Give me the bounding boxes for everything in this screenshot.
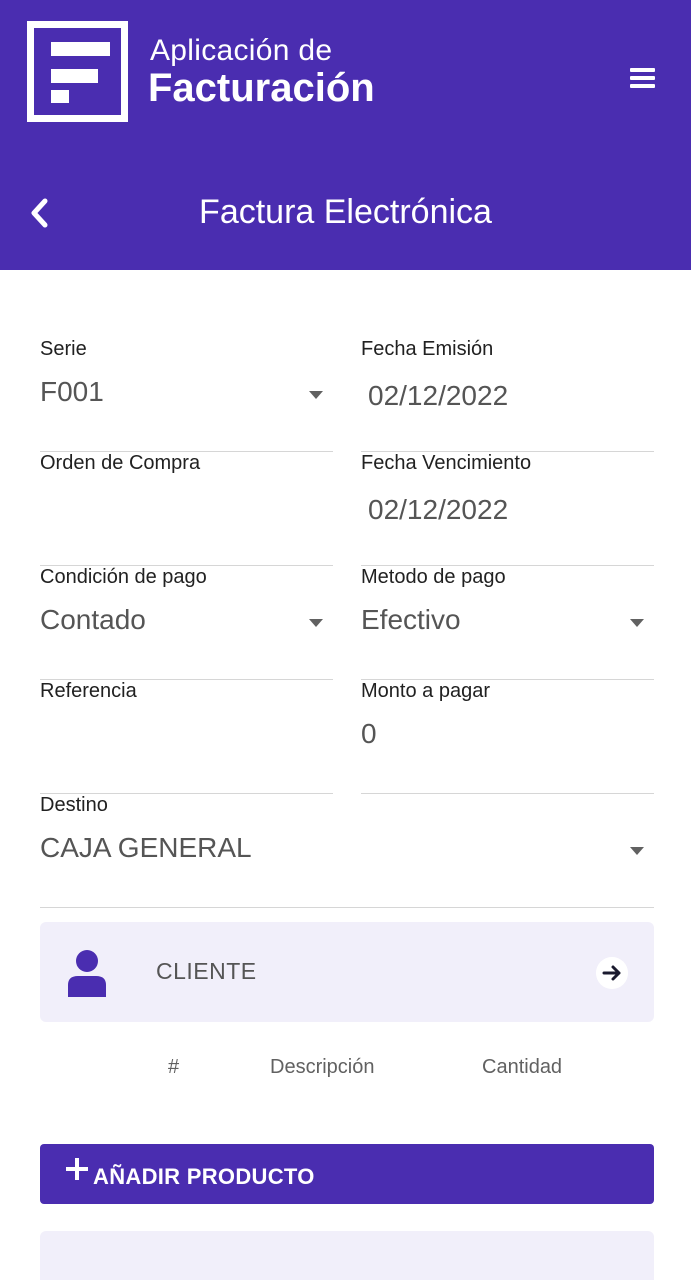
fecha-vencimiento-value: 02/12/2022 bbox=[368, 494, 509, 525]
fecha-vencimiento-label: Fecha Vencimiento bbox=[361, 452, 532, 474]
column-header-quantity: Cantidad bbox=[482, 1056, 563, 1078]
chevron-down-icon bbox=[309, 619, 323, 627]
arrow-right-icon[interactable] bbox=[596, 957, 628, 989]
logo-bar-middle bbox=[51, 69, 98, 83]
person-icon bbox=[68, 950, 106, 997]
logo-bar-top bbox=[51, 42, 110, 56]
destino-value: CAJA GENERAL bbox=[40, 832, 252, 863]
column-header-description: Descripción bbox=[270, 1056, 375, 1078]
condicion-pago-label: Condición de pago bbox=[40, 566, 207, 588]
fecha-emision-field[interactable]: Fecha Emisión 02/12/2022 bbox=[361, 338, 654, 452]
condicion-pago-select[interactable]: Condición de pago Contado bbox=[40, 566, 333, 680]
hamburger-menu-icon[interactable] bbox=[630, 68, 655, 89]
serie-value: F001 bbox=[40, 376, 104, 407]
chevron-down-icon bbox=[630, 619, 644, 627]
condicion-pago-value: Contado bbox=[40, 604, 146, 635]
monto-pagar-value: 0 bbox=[361, 718, 377, 749]
client-label: CLIENTE bbox=[156, 958, 257, 984]
app-title-line2: Facturación bbox=[148, 66, 375, 110]
logo-bar-bottom bbox=[51, 90, 69, 103]
app-logo bbox=[27, 21, 128, 122]
page-title: Factura Electrónica bbox=[199, 193, 492, 231]
monto-pagar-field[interactable]: Monto a pagar 0 bbox=[361, 680, 654, 794]
serie-select[interactable]: Serie F001 bbox=[40, 338, 333, 452]
add-product-button[interactable]: AÑADIR PRODUCTO bbox=[40, 1144, 654, 1204]
serie-label: Serie bbox=[40, 338, 87, 360]
monto-pagar-label: Monto a pagar bbox=[361, 680, 490, 702]
fecha-emision-value: 02/12/2022 bbox=[368, 380, 509, 411]
add-product-label: AÑADIR PRODUCTO bbox=[93, 1164, 315, 1189]
fecha-vencimiento-field[interactable]: Fecha Vencimiento 02/12/2022 bbox=[361, 452, 654, 566]
app-header: Aplicación de Facturación Factura Electr… bbox=[0, 0, 691, 270]
referencia-field[interactable]: Referencia bbox=[40, 680, 333, 794]
metodo-pago-value: Efectivo bbox=[361, 604, 461, 635]
app-title-line1: Aplicación de bbox=[150, 34, 333, 67]
plus-icon bbox=[66, 1158, 88, 1180]
products-summary-card bbox=[40, 1231, 654, 1280]
destino-label: Destino bbox=[40, 794, 108, 816]
referencia-label: Referencia bbox=[40, 680, 137, 702]
metodo-pago-label: Metodo de pago bbox=[361, 566, 506, 588]
client-selector[interactable]: CLIENTE bbox=[40, 922, 654, 1022]
column-header-number: # bbox=[168, 1056, 180, 1078]
orden-compra-field[interactable]: Orden de Compra bbox=[40, 452, 333, 566]
metodo-pago-select[interactable]: Metodo de pago Efectivo bbox=[361, 566, 654, 680]
destino-select[interactable]: Destino CAJA GENERAL bbox=[40, 794, 654, 908]
fecha-emision-label: Fecha Emisión bbox=[361, 338, 494, 360]
chevron-down-icon bbox=[309, 391, 323, 399]
orden-compra-label: Orden de Compra bbox=[40, 452, 201, 474]
chevron-down-icon bbox=[630, 847, 644, 855]
